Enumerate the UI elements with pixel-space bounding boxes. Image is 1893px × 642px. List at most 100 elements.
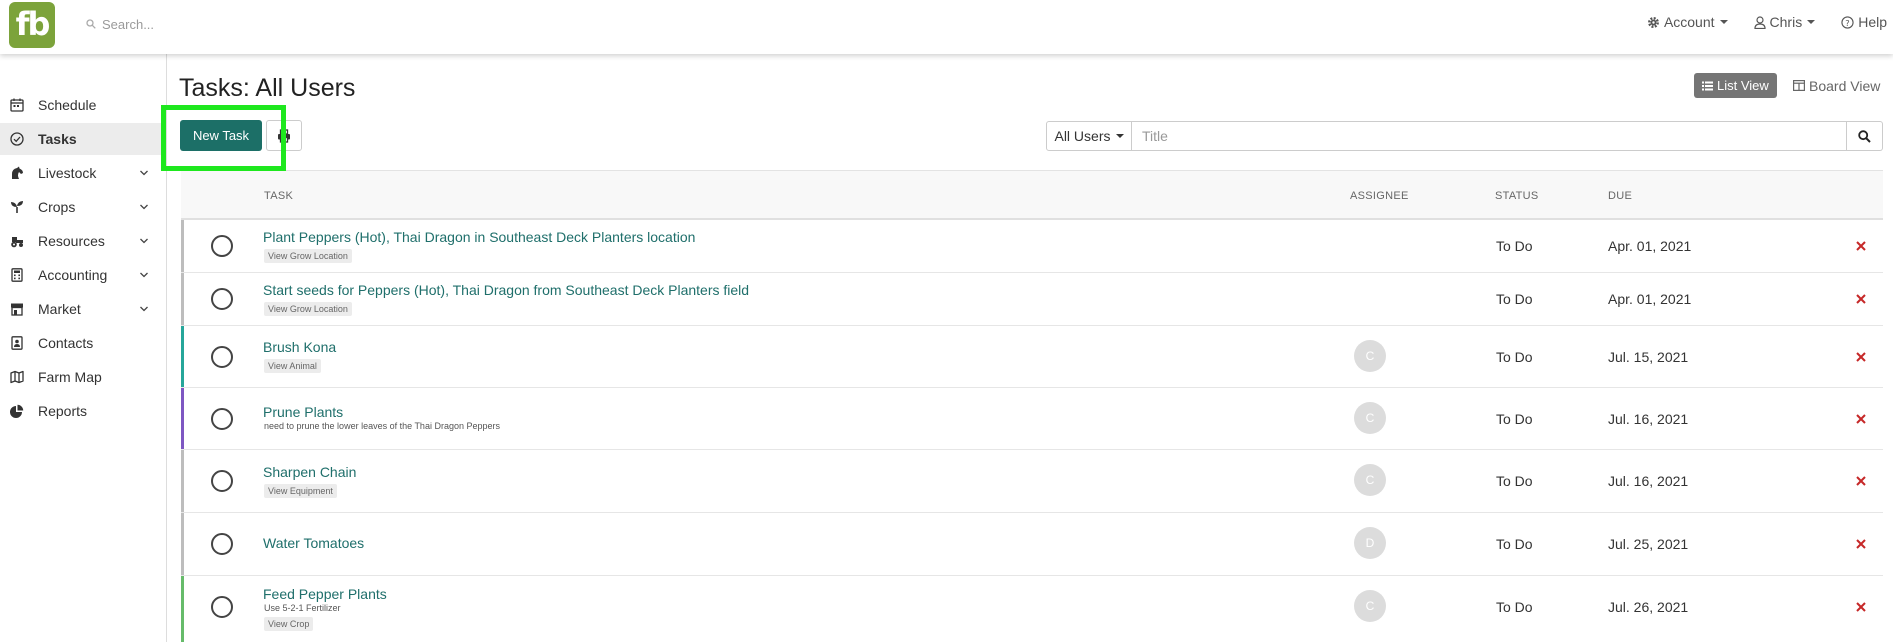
user-menu[interactable]: Chris xyxy=(1753,14,1816,30)
user-filter-dropdown[interactable]: All Users xyxy=(1046,121,1132,151)
search-icon xyxy=(86,19,96,29)
sidebar: Schedule Tasks Livestock Crops Resources… xyxy=(0,54,167,642)
sidebar-item-market[interactable]: Market xyxy=(0,293,166,325)
task-title-link[interactable]: Water Tomatoes xyxy=(263,535,364,551)
task-color-bar xyxy=(181,576,184,642)
list-view-label: List View xyxy=(1717,78,1769,93)
print-button[interactable] xyxy=(266,120,302,151)
top-bar: fb Account Chris ? Help xyxy=(0,0,1893,54)
assignee-avatar: D xyxy=(1354,527,1386,559)
task-complete-checkbox[interactable] xyxy=(211,408,233,430)
filter-search-button[interactable] xyxy=(1847,121,1883,151)
title-filter-input[interactable] xyxy=(1132,121,1847,151)
task-complete-checkbox[interactable] xyxy=(211,235,233,257)
assignee-avatar: C xyxy=(1354,590,1386,622)
task-complete-checkbox[interactable] xyxy=(211,596,233,618)
caret-down-icon xyxy=(1719,20,1728,24)
sidebar-item-resources[interactable]: Resources xyxy=(0,225,166,257)
delete-task-icon[interactable] xyxy=(1855,351,1867,363)
task-title-link[interactable]: Plant Peppers (Hot), Thai Dragon in Sout… xyxy=(263,229,695,245)
map-icon xyxy=(10,370,24,384)
task-tag-link[interactable]: View Equipment xyxy=(264,484,337,498)
top-nav: Account Chris ? Help xyxy=(1647,14,1893,30)
sidebar-item-farm-map[interactable]: Farm Map xyxy=(0,361,166,393)
task-complete-checkbox[interactable] xyxy=(211,288,233,310)
new-task-button[interactable]: New Task xyxy=(180,120,262,151)
delete-task-icon[interactable] xyxy=(1855,293,1867,305)
delete-task-icon[interactable] xyxy=(1855,475,1867,487)
task-status: To Do xyxy=(1496,238,1533,254)
user-icon xyxy=(1753,15,1766,29)
calculator-icon xyxy=(11,268,23,282)
task-color-bar xyxy=(181,326,184,387)
sidebar-item-crops[interactable]: Crops xyxy=(0,191,166,223)
task-tag-link[interactable]: View Grow Location xyxy=(264,249,352,263)
account-menu-label: Account xyxy=(1663,14,1715,30)
assignee-avatar: C xyxy=(1354,340,1386,372)
sidebar-item-label: Resources xyxy=(38,233,105,249)
task-title-link[interactable]: Feed Pepper Plants xyxy=(263,586,387,602)
delete-task-icon[interactable] xyxy=(1855,601,1867,613)
task-color-bar xyxy=(181,450,184,512)
delete-task-icon[interactable] xyxy=(1855,413,1867,425)
task-status: To Do xyxy=(1496,536,1533,552)
sidebar-item-reports[interactable]: Reports xyxy=(0,395,166,427)
caret-down-icon xyxy=(1115,134,1124,138)
task-tag-link[interactable]: View Crop xyxy=(264,617,314,631)
assignee-avatar: C xyxy=(1354,464,1386,496)
task-complete-checkbox[interactable] xyxy=(211,470,233,492)
task-row: Feed Pepper Plants Use 5-2-1 Fertilizer … xyxy=(181,576,1883,642)
board-view-button[interactable]: Board View xyxy=(1787,73,1886,98)
sidebar-item-accounting[interactable]: Accounting xyxy=(0,259,166,291)
sidebar-item-label: Contacts xyxy=(38,335,94,351)
pie-chart-icon xyxy=(10,404,24,418)
delete-task-icon[interactable] xyxy=(1855,240,1867,252)
horse-icon xyxy=(12,166,23,179)
task-row: Plant Peppers (Hot), Thai Dragon in Sout… xyxy=(181,220,1883,273)
task-tag-link[interactable]: View Grow Location xyxy=(264,302,352,316)
caret-down-icon xyxy=(1807,20,1816,24)
column-header-status: STATUS xyxy=(1495,190,1539,202)
task-color-bar xyxy=(181,388,184,449)
chevron-down-icon xyxy=(140,170,148,176)
board-icon xyxy=(1793,80,1805,91)
chevron-down-icon xyxy=(140,238,148,244)
sidebar-item-tasks[interactable]: Tasks xyxy=(0,123,166,155)
delete-task-icon[interactable] xyxy=(1855,538,1867,550)
task-status: To Do xyxy=(1496,411,1533,427)
task-description: need to prune the lower leaves of the Th… xyxy=(264,421,500,431)
task-title-link[interactable]: Start seeds for Peppers (Hot), Thai Drag… xyxy=(263,282,749,298)
task-due-date: Jul. 15, 2021 xyxy=(1608,349,1689,365)
farmbrite-logo[interactable]: fb xyxy=(9,2,55,48)
task-due-date: Jul. 16, 2021 xyxy=(1608,473,1689,489)
task-status: To Do xyxy=(1496,349,1533,365)
task-tag-link[interactable]: View Animal xyxy=(264,359,321,373)
sidebar-item-label: Reports xyxy=(38,403,88,419)
task-title-link[interactable]: Brush Kona xyxy=(263,339,336,355)
task-complete-checkbox[interactable] xyxy=(211,533,233,555)
list-view-button[interactable]: List View xyxy=(1694,73,1777,98)
sidebar-item-schedule[interactable]: Schedule xyxy=(0,89,166,121)
column-header-assignee: ASSIGNEE xyxy=(1350,190,1409,202)
global-search-input[interactable] xyxy=(102,16,402,32)
help-link[interactable]: ? Help xyxy=(1841,14,1887,30)
chevron-down-icon xyxy=(140,272,148,278)
svg-text:?: ? xyxy=(1845,17,1849,27)
task-row: Start seeds for Peppers (Hot), Thai Drag… xyxy=(181,273,1883,326)
task-complete-checkbox[interactable] xyxy=(211,346,233,368)
column-header-due: DUE xyxy=(1608,190,1633,202)
sidebar-item-label: Accounting xyxy=(38,267,108,283)
task-due-date: Jul. 26, 2021 xyxy=(1608,599,1689,615)
sidebar-item-livestock[interactable]: Livestock xyxy=(0,157,166,189)
account-menu[interactable]: Account xyxy=(1647,14,1728,30)
print-icon xyxy=(278,128,290,143)
task-title-link[interactable]: Prune Plants xyxy=(263,404,343,420)
task-row: Prune Plants need to prune the lower lea… xyxy=(181,388,1883,450)
sidebar-item-contacts[interactable]: Contacts xyxy=(0,327,166,359)
task-title-link[interactable]: Sharpen Chain xyxy=(263,464,356,480)
task-table-header: TASK ASSIGNEE STATUS DUE xyxy=(181,170,1883,220)
task-status: To Do xyxy=(1496,473,1533,489)
task-filter-bar: All Users xyxy=(1046,121,1883,151)
sidebar-item-label: Crops xyxy=(38,199,76,215)
sidebar-item-label: Tasks xyxy=(38,131,77,147)
